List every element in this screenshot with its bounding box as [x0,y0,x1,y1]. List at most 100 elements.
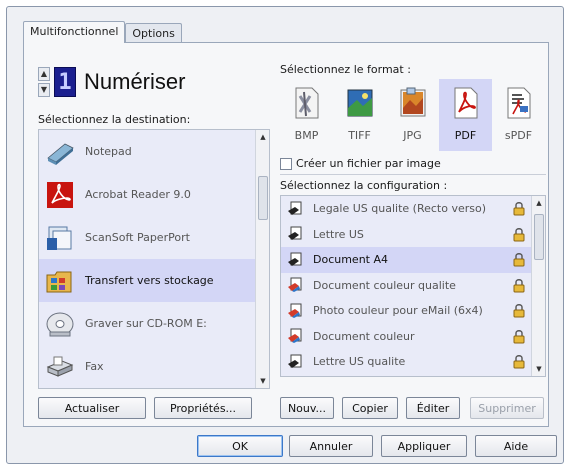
config-item-label: Legale US qualite (Recto verso) [313,202,487,216]
configuration-label: Sélectionnez la configuration : [280,179,448,192]
notepad-icon [45,137,75,167]
destination-item-label: Notepad [85,145,132,158]
color-document-icon [288,328,302,344]
lock-icon [513,278,525,292]
format-label-text: JPG [403,129,422,142]
edit-config-button[interactable]: Éditer [406,397,460,419]
ok-button[interactable]: OK [197,435,283,457]
config-item[interactable]: Lettre US qualite [281,349,545,375]
scroll-up-icon[interactable]: ▲ [532,196,545,210]
format-tiff[interactable]: TIFF [333,79,386,151]
config-item[interactable]: Photo couleur pour eMail (6x4) [281,298,545,324]
tab-options[interactable]: Options [125,23,182,43]
destination-item-storage[interactable]: Transfert vers stockage [39,259,269,302]
destination-item-acrobat[interactable]: Acrobat Reader 9.0 [39,173,269,216]
refresh-button[interactable]: Actualiser [38,397,146,419]
scan-header: ▲ ▼ 1 Numériser [38,65,185,99]
config-item-label: Document couleur [313,329,415,343]
format-label-text: PDF [454,129,477,142]
format-label-text: BMP [294,129,319,142]
spdf-icon [502,85,536,121]
cancel-button[interactable]: Annuler [289,435,373,457]
tab-panel: ▲ ▼ 1 Numériser Sélectionnez la destinat… [23,42,549,427]
config-item-label: Lettre US [313,227,364,241]
destination-item-label: Graver sur CD-ROM E: [85,317,207,330]
tab-strip: Multifonctionnel Options [23,21,182,43]
scroll-thumb[interactable] [258,176,268,220]
bw-document-icon [288,226,302,241]
destination-scrollbar[interactable]: ▲ ▼ [255,130,269,388]
config-item-label: Lettre US qualite [313,355,406,369]
help-button[interactable]: Aide [475,435,557,457]
spinner-down-button[interactable]: ▼ [38,83,50,97]
properties-button[interactable]: Propriétés... [154,397,252,419]
destination-item-notepad[interactable]: Notepad [39,130,269,173]
scroll-thumb[interactable] [534,214,544,260]
one-file-per-image-label: Créer un fichier par image [296,157,441,170]
lock-icon [513,253,525,267]
apply-button[interactable]: Appliquer [381,435,467,457]
tab-multifonctionnel[interactable]: Multifonctionnel [23,21,126,43]
divider [280,174,546,175]
config-item[interactable]: Legale US qualite (Recto verso) [281,196,545,222]
configuration-list[interactable]: Legale US qualite (Recto verso) Lettre U… [280,195,546,377]
scroll-down-icon[interactable]: ▼ [256,374,269,388]
lock-icon [513,329,525,343]
destination-item-paperport[interactable]: ScanSoft PaperPort [39,216,269,259]
format-label: Sélectionnez le format : [280,63,411,76]
destination-item-label: Transfert vers stockage [85,274,214,287]
cd-icon [45,309,75,339]
destination-item-fax[interactable]: Fax [39,345,269,388]
config-item[interactable]: Lettre US [281,222,545,248]
format-selector: BMP TIFF JPG PDF sPDF [280,79,546,151]
scroll-down-icon[interactable]: ▼ [532,362,545,376]
destination-spinner: ▲ ▼ [38,67,50,97]
destination-item-label: ScanSoft PaperPort [85,231,190,244]
scan-title: Numériser [84,69,186,94]
config-item-label: Document A4 [313,253,389,267]
bw-document-icon [288,252,302,266]
button-number-display: 1 [54,67,76,97]
format-label-text: TIFF [348,129,371,142]
format-jpg[interactable]: JPG [386,79,439,151]
lock-icon [513,202,525,216]
fax-icon [45,352,75,382]
destination-list[interactable]: Notepad Acrobat Reader 9.0 ScanSoft Pape… [38,129,270,389]
bmp-icon [290,85,324,121]
acrobat-icon [45,180,75,210]
storage-icon [45,266,75,296]
lock-icon [513,227,525,241]
bw-document-icon [288,354,302,368]
destination-item-label: Fax [85,360,104,373]
pdf-icon [449,85,483,121]
format-bmp[interactable]: BMP [280,79,333,151]
destination-item-label: Acrobat Reader 9.0 [85,188,191,201]
config-item[interactable]: Document couleur qualite [281,273,545,299]
delete-config-button[interactable]: Supprimer [470,397,544,419]
config-item-label: Photo couleur pour eMail (6x4) [313,304,483,318]
color-document-icon [288,277,302,293]
format-label-text: sPDF [504,129,533,142]
new-config-button[interactable]: Nouv... [280,397,334,419]
jpg-icon [396,85,430,121]
format-pdf[interactable]: PDF [439,79,492,151]
lock-icon [513,355,525,369]
color-document-icon [288,303,302,318]
destination-item-cd[interactable]: Graver sur CD-ROM E: [39,302,269,345]
scanner-dialog: Multifonctionnel Options ▲ ▼ 1 Numériser… [6,6,564,464]
config-item[interactable]: Document couleur [281,324,545,350]
one-file-per-image-option[interactable]: Créer un fichier par image [280,157,441,170]
configuration-scrollbar[interactable]: ▲ ▼ [531,196,545,376]
spinner-up-button[interactable]: ▲ [38,67,50,81]
destination-label: Sélectionnez la destination: [38,113,191,126]
format-spdf[interactable]: sPDF [492,79,545,151]
config-item[interactable]: Document A4 [281,247,545,273]
config-item-label: Document couleur qualite [313,278,456,292]
scroll-up-icon[interactable]: ▲ [256,130,269,144]
copy-config-button[interactable]: Copier [342,397,398,419]
lock-icon [513,304,525,318]
tiff-icon [343,85,377,121]
paperport-icon [45,223,75,253]
bw-document-icon [288,201,302,215]
one-file-per-image-checkbox[interactable] [280,157,292,170]
